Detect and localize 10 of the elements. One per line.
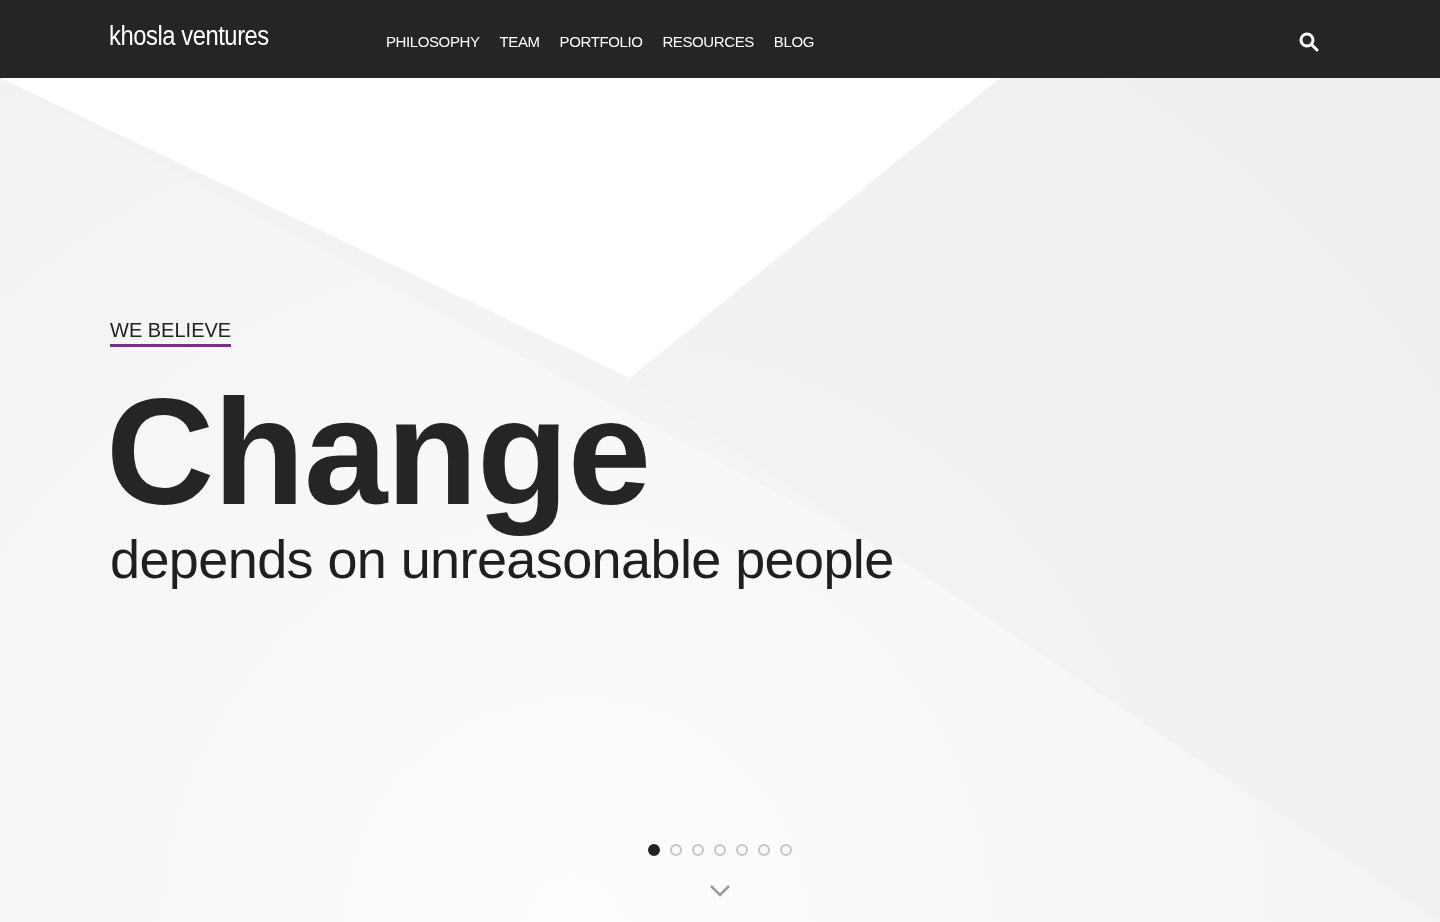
search-icon[interactable] (1299, 32, 1319, 52)
chevron-down-icon[interactable] (709, 884, 731, 898)
nav-link[interactable]: PORTFOLIO (559, 30, 643, 54)
nav-link[interactable]: BLOG (773, 30, 814, 54)
nav-link[interactable]: RESOURCES (662, 30, 754, 54)
logo[interactable]: khosla ventures (109, 15, 285, 57)
eyebrow-heading: WE BELIEVE (110, 318, 232, 347)
nav-link[interactable]: TEAM (499, 30, 540, 54)
slide-dot[interactable] (648, 844, 660, 856)
nav-link[interactable]: PHILOSOPHY (386, 30, 480, 54)
